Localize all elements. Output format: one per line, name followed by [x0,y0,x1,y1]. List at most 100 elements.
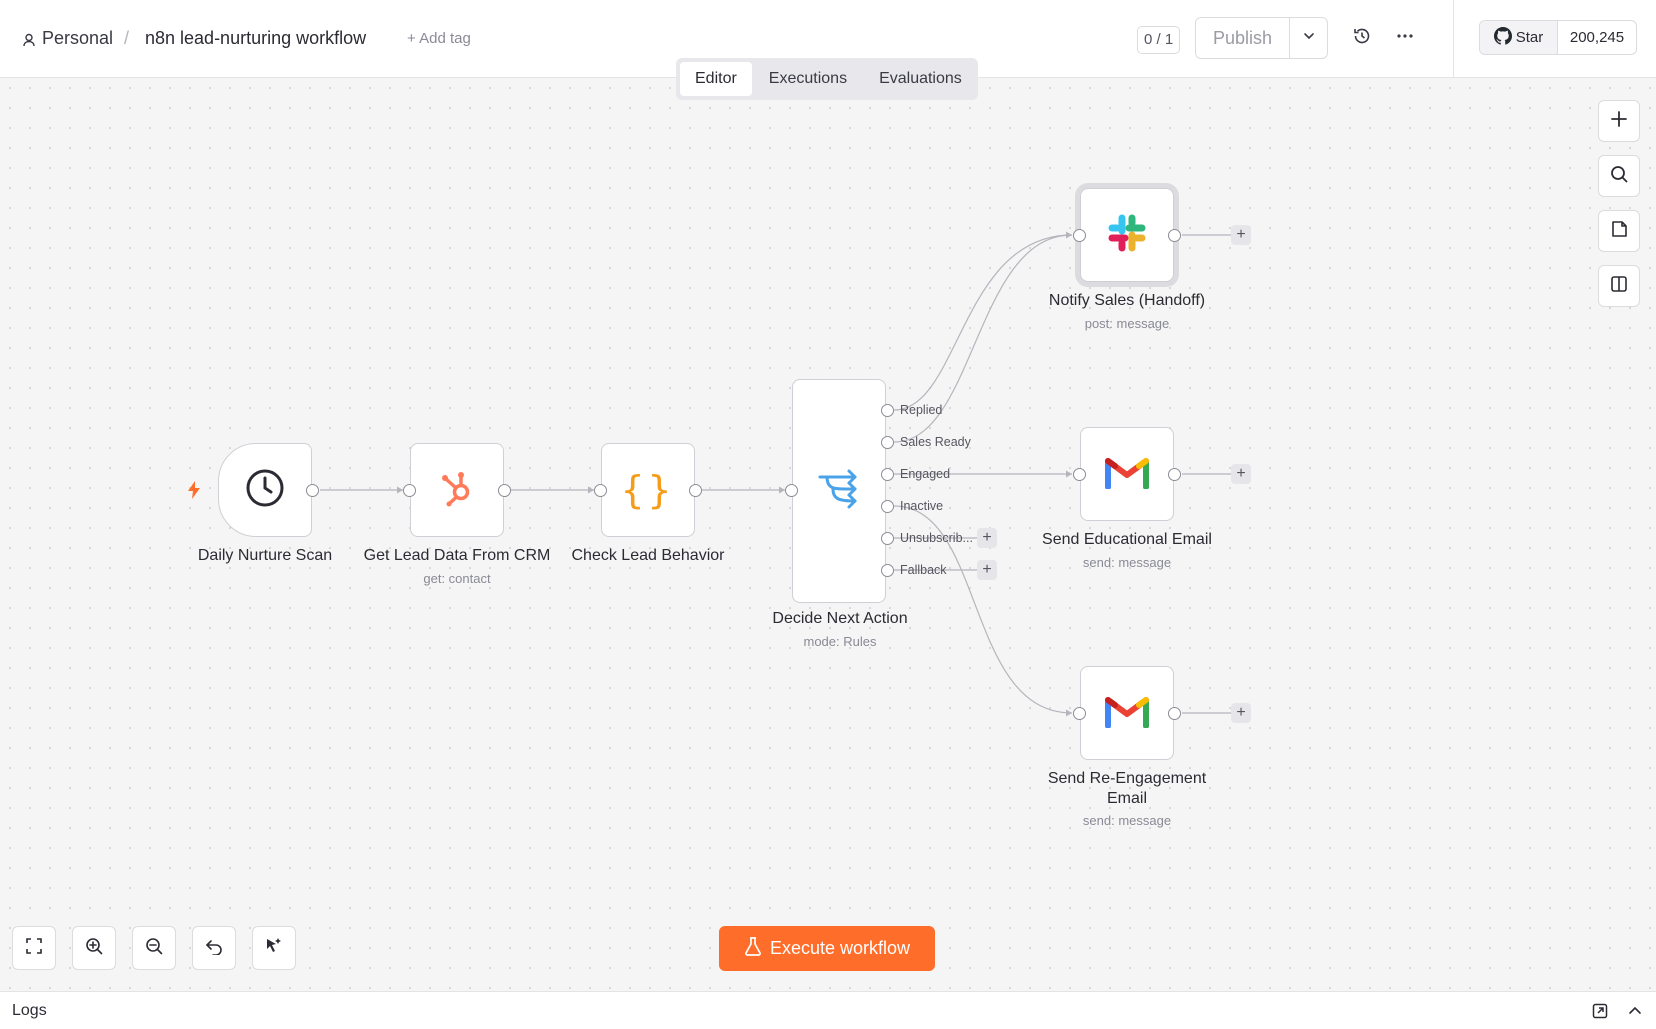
node-output-handle[interactable] [306,484,319,497]
node-input-handle[interactable] [403,484,416,497]
hubspot-icon [437,468,477,513]
switch-icon [817,469,861,514]
popout-icon[interactable] [1592,1003,1608,1024]
chevron-down-icon [1302,29,1316,48]
gmail-icon [1105,694,1149,733]
github-star-widget: Star 200,245 [1479,20,1637,55]
code-braces-icon: {} [621,468,675,512]
node-send-reengagement-email[interactable] [1080,666,1174,760]
node-output-handle[interactable] [689,484,702,497]
plus-icon [1610,110,1628,133]
chevron-up-icon[interactable] [1627,1003,1643,1024]
node-output-handle[interactable] [498,484,511,497]
add-node-button[interactable] [1598,100,1640,142]
more-options-icon[interactable] [1396,26,1414,51]
history-icon[interactable] [1352,26,1372,51]
gmail-icon [1105,455,1149,494]
output-label-inactive: Inactive [900,499,944,513]
trigger-bolt-icon [186,480,202,505]
logs-panel-bar[interactable]: Logs [0,991,1656,1029]
panel-icon [1610,275,1628,298]
execute-workflow-label: Execute workflow [769,938,911,958]
node-label: Check Lead Behavior [571,547,725,564]
tidy-up-icon [264,936,284,961]
node-send-educational-email[interactable] [1080,427,1174,521]
breadcrumb-separator: / [124,28,130,48]
execute-workflow-button[interactable]: Execute workflow [719,926,935,971]
node-label: Decide Next Action [772,610,908,627]
output-handle-engaged[interactable] [881,468,894,481]
view-tabs: Editor Executions Evaluations [676,58,978,100]
search-nodes-button[interactable] [1598,155,1640,197]
workflow-name[interactable]: n8n lead-nurturing workflow [145,28,366,49]
node-subtitle: send: message [1082,813,1172,828]
node-label: Notify Sales (Handoff) [1048,292,1206,309]
header-divider [1453,0,1454,78]
tab-executions[interactable]: Executions [754,62,862,96]
user-icon [22,31,36,52]
node-input-handle[interactable] [594,484,607,497]
output-handle-replied[interactable] [881,404,894,417]
node-output-handle[interactable] [1168,707,1181,720]
publish-button[interactable]: Publish [1196,18,1290,58]
tidy-up-button[interactable] [252,926,296,970]
add-sticky-note-button[interactable] [1598,210,1640,252]
node-decide-next-action[interactable] [792,379,886,603]
github-star-button[interactable]: Star [1480,21,1558,54]
add-node-fallback-button[interactable]: + [977,560,997,580]
github-star-count[interactable]: 200,245 [1558,21,1636,54]
node-label: Send Educational Email [1042,531,1212,548]
output-handle-unsubscribed[interactable] [881,532,894,545]
node-output-handle[interactable] [1168,229,1181,242]
node-input-handle[interactable] [1073,707,1086,720]
node-input-handle[interactable] [1073,229,1086,242]
logs-title: Logs [12,1002,47,1019]
add-node-after-slack-button[interactable]: + [1231,225,1251,245]
zoom-in-button[interactable] [72,926,116,970]
output-handle-inactive[interactable] [881,500,894,513]
tab-evaluations[interactable]: Evaluations [864,62,977,96]
add-tag-button[interactable]: + Add tag [407,30,471,47]
node-get-lead-data[interactable] [410,443,504,537]
fit-view-button[interactable] [12,926,56,970]
toggle-panel-button[interactable] [1598,265,1640,307]
publish-group: Publish [1195,17,1328,59]
add-node-after-edu-button[interactable]: + [1231,464,1251,484]
output-handle-fallback[interactable] [881,564,894,577]
reset-zoom-button[interactable] [192,926,236,970]
zoom-out-icon [145,937,163,960]
node-label-line1: Send Re-Engagement [1047,770,1207,787]
slack-icon [1107,213,1147,258]
fit-view-icon [25,937,43,960]
node-subtitle: send: message [1082,555,1172,570]
output-handle-sales-ready[interactable] [881,436,894,449]
tab-editor[interactable]: Editor [680,62,752,96]
output-label-fallback: Fallback [900,563,947,577]
publish-options-button[interactable] [1290,18,1327,58]
zoom-out-button[interactable] [132,926,176,970]
node-output-handle[interactable] [1168,468,1181,481]
node-label-line2: Email [1106,790,1147,807]
breadcrumb-project[interactable]: Personal [42,28,113,49]
flask-icon [744,936,762,961]
node-subtitle: mode: Rules [803,634,877,649]
node-daily-nurture-scan[interactable] [218,443,312,537]
node-check-lead-behavior[interactable]: {} [601,443,695,537]
add-node-after-reengage-button[interactable]: + [1231,703,1251,723]
clock-icon [245,468,285,513]
node-label: Send Re-Engagement Email [1007,769,1247,809]
github-icon [1493,26,1512,49]
output-label-engaged: Engaged [900,467,951,481]
reset-zoom-icon [205,937,223,960]
active-version-counter: 0 / 1 [1137,26,1181,54]
output-label-sales-ready: Sales Ready [900,435,971,449]
add-node-unsubscribed-button[interactable]: + [977,528,997,548]
github-star-label: Star [1515,29,1544,46]
node-input-handle[interactable] [785,484,798,497]
output-label-replied: Replied [900,403,943,417]
node-input-handle[interactable] [1073,468,1086,481]
sticky-note-icon [1610,220,1628,243]
node-subtitle: get: contact [423,571,491,586]
output-label-unsubscribed: Unsubscrib... [900,531,973,545]
node-notify-sales[interactable] [1080,188,1174,282]
